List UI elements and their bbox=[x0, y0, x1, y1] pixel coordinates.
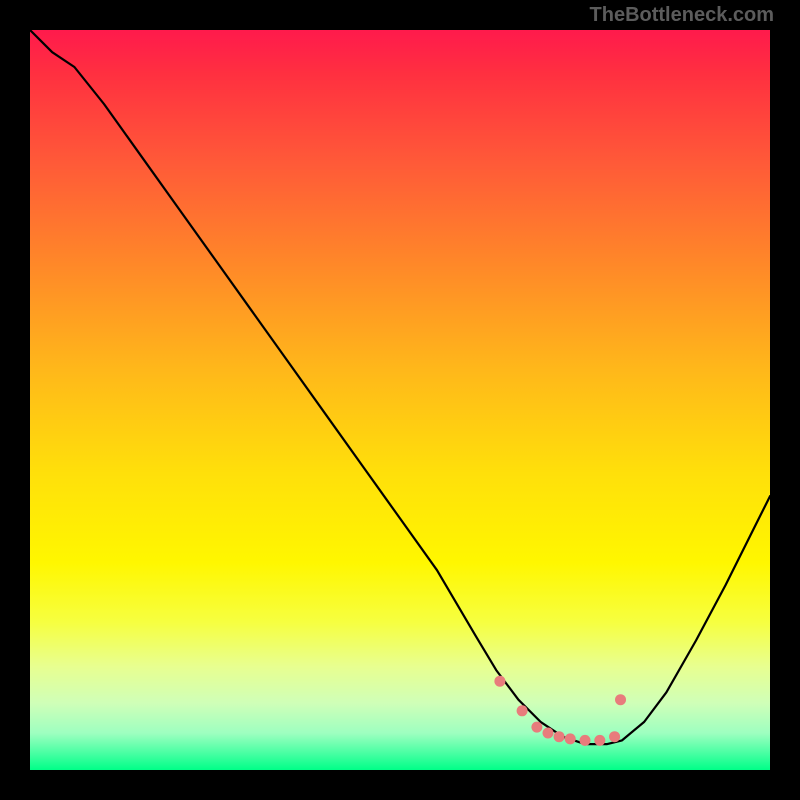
watermark-text: TheBottleneck.com bbox=[590, 4, 774, 27]
optimal-marker bbox=[543, 728, 554, 739]
curve-layer bbox=[30, 30, 770, 770]
optimal-marker bbox=[565, 733, 576, 744]
optimal-marker bbox=[615, 694, 626, 705]
optimal-marker bbox=[580, 735, 591, 746]
optimal-marker bbox=[531, 722, 542, 733]
optimal-marker bbox=[594, 735, 605, 746]
chart-frame: TheBottleneck.com bbox=[0, 0, 800, 800]
plot-gradient-area bbox=[30, 30, 770, 770]
optimal-marker bbox=[517, 705, 528, 716]
optimal-range-markers bbox=[494, 676, 626, 746]
optimal-marker bbox=[554, 731, 565, 742]
bottleneck-curve bbox=[30, 30, 770, 744]
optimal-marker bbox=[609, 731, 620, 742]
optimal-marker bbox=[494, 676, 505, 687]
